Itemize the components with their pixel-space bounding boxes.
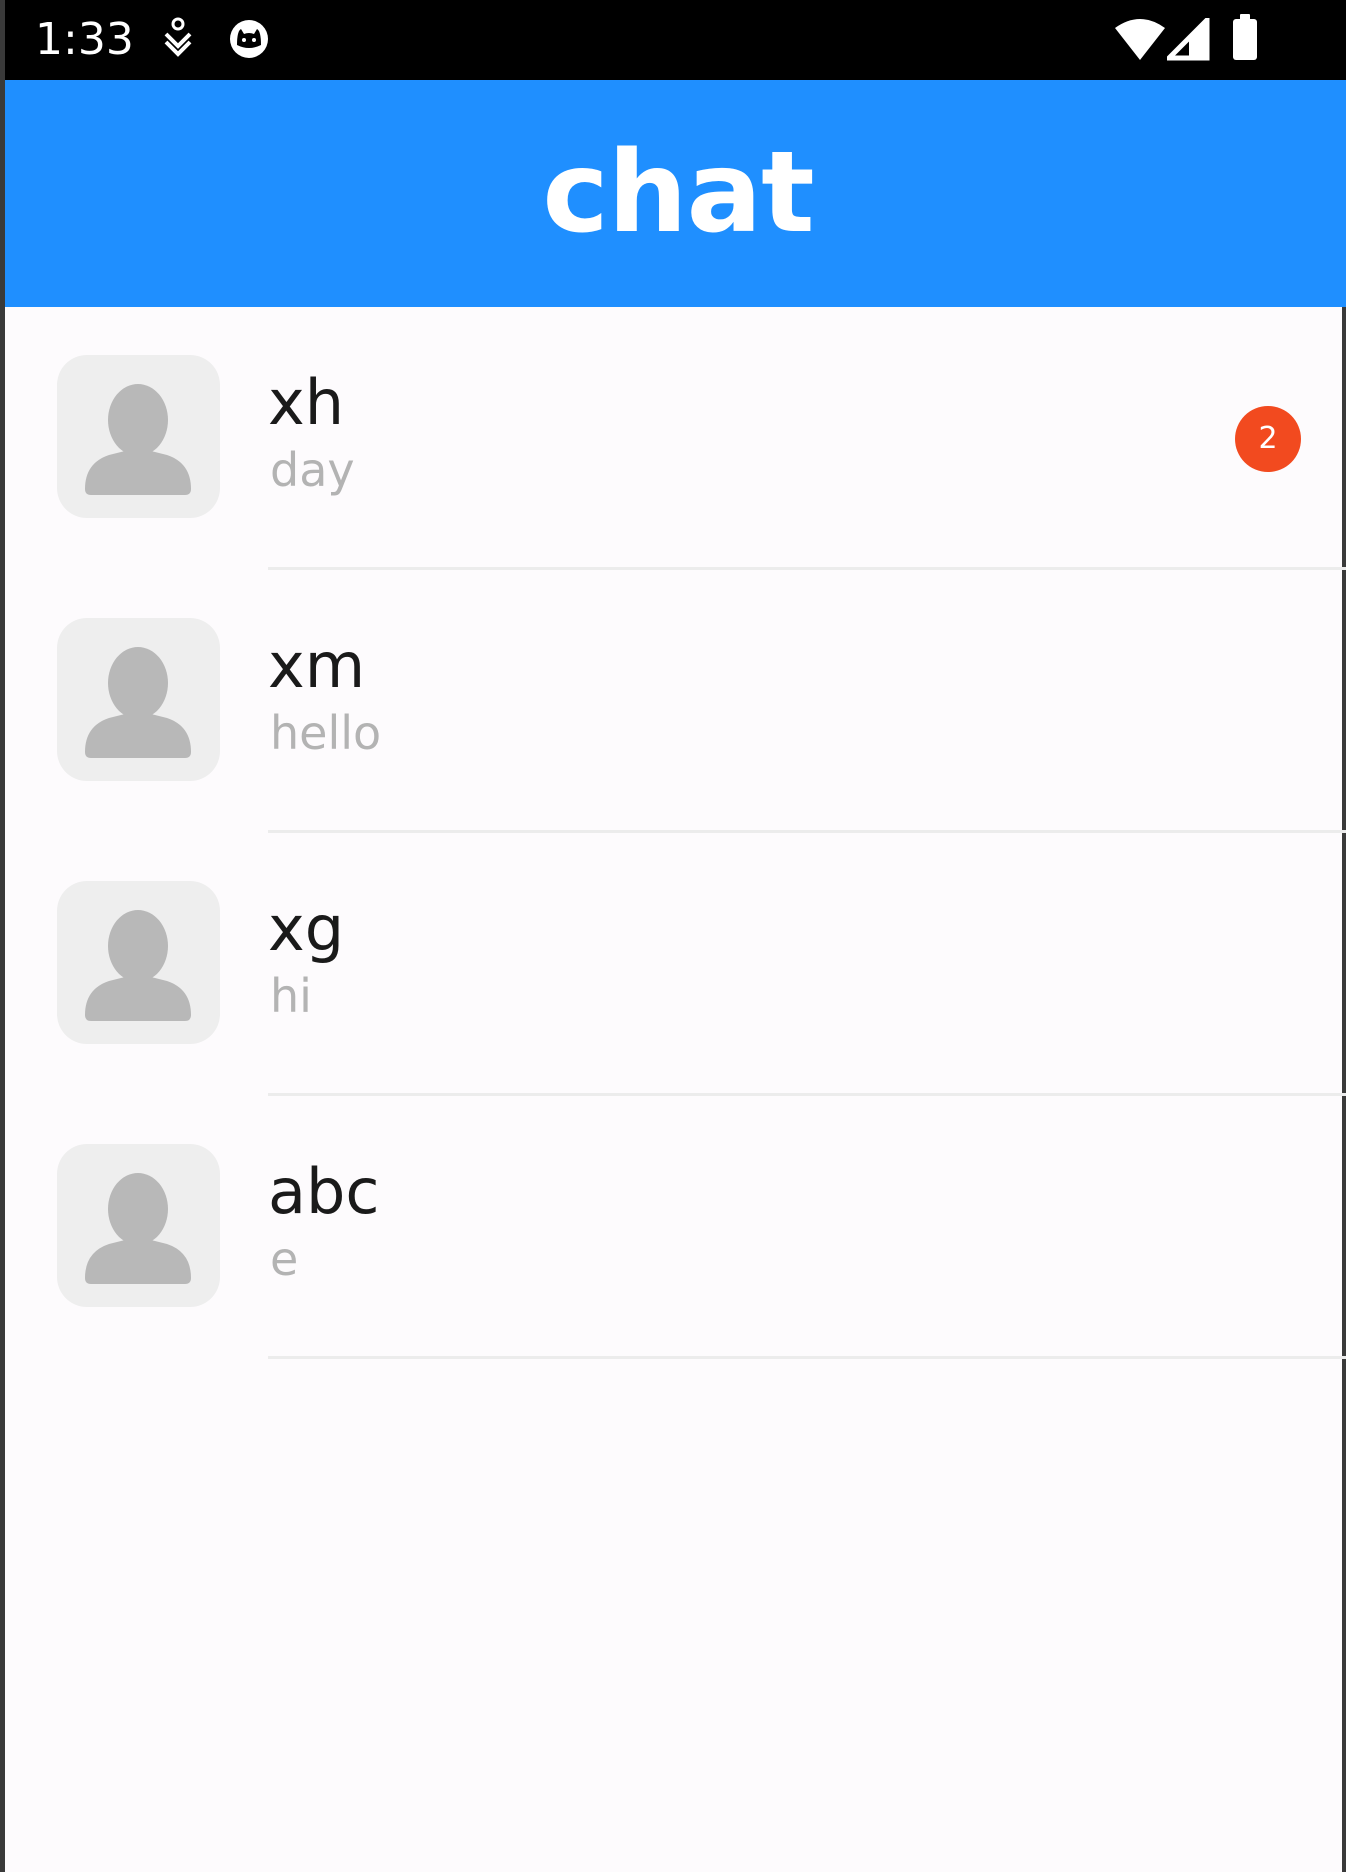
chat-last-message: hi [270,969,312,1023]
chat-list-item[interactable]: xh day 2 [5,307,1346,570]
avatar [57,881,220,1044]
chat-last-message: hello [270,706,382,760]
chat-name: abc [268,1155,380,1228]
app-bar: chat [5,80,1346,307]
status-bar: 1:33 [5,0,1346,80]
chat-name: xm [268,629,366,702]
divider [268,1356,1346,1359]
phone-screen: 1:33 chat xh day 2 xm hello xg hi abc e [0,0,1346,1872]
chat-list-item[interactable]: abc e [5,1096,1346,1359]
battery-icon [1231,14,1259,66]
wifi-icon [1113,18,1167,66]
unread-badge: 2 [1235,406,1301,472]
chat-name: xg [268,892,345,965]
person-placeholder-icon [85,910,191,1021]
person-placeholder-icon [85,1173,191,1284]
chat-name: xh [268,366,344,439]
chat-list: xh day 2 xm hello xg hi abc e [5,307,1346,1359]
cellular-signal-icon [1162,13,1211,66]
avatar [57,1144,220,1307]
chat-list-item[interactable]: xg hi [5,833,1346,1096]
person-placeholder-icon [85,647,191,758]
avatar [57,618,220,781]
person-placeholder-icon [85,384,191,495]
chat-last-message: day [270,443,355,497]
chat-last-message: e [270,1232,299,1286]
cat-face-icon [227,17,271,65]
chat-list-item[interactable]: xm hello [5,570,1346,833]
page-title: chat [542,128,814,258]
status-time: 1:33 [35,14,134,65]
download-status-icon [163,17,193,61]
avatar [57,355,220,518]
